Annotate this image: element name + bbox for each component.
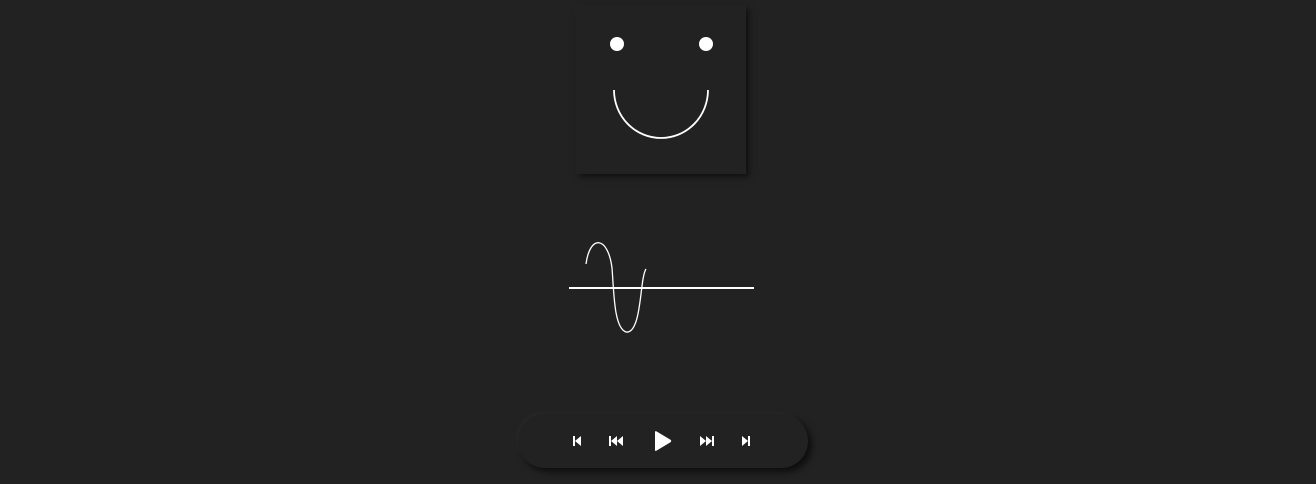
rewind-icon <box>609 436 623 446</box>
app-stage <box>0 0 1316 484</box>
left-eye <box>610 37 624 51</box>
play-icon <box>655 431 672 451</box>
skip-to-start-icon <box>573 436 581 446</box>
right-eye <box>699 37 713 51</box>
smiley-face-icon <box>610 37 713 139</box>
skip-to-end-icon <box>742 436 750 446</box>
skip-to-start-button[interactable] <box>563 427 591 455</box>
player-controls <box>518 414 808 468</box>
smile-mouth <box>613 89 709 139</box>
wave-visualizer <box>566 238 758 338</box>
rewind-button[interactable] <box>602 427 630 455</box>
face-card <box>576 6 746 174</box>
sine-wave-icon <box>569 242 754 333</box>
skip-to-end-button[interactable] <box>732 427 760 455</box>
fast-forward-button[interactable] <box>693 427 721 455</box>
fast-forward-icon <box>700 436 714 446</box>
play-button[interactable] <box>648 427 676 455</box>
